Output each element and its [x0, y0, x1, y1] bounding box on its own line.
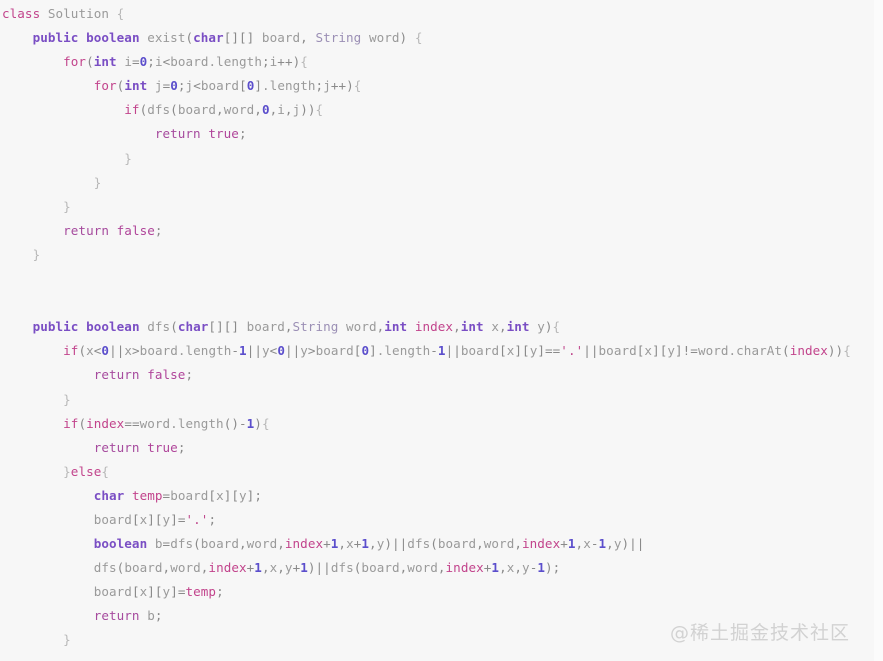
code-line: board[x][y]=temp; [93, 584, 224, 600]
code-line: for(int j=0;j<board[0].length;j++){ [93, 78, 362, 94]
code-line: board[x][y]='.'; [93, 511, 217, 527]
code-line: } [32, 246, 41, 262]
code-line: boolean b=dfs(board,word,index+1,x+1,y)|… [93, 536, 645, 552]
code-line: for(int i=0;i<board.length;i++){ [63, 54, 308, 70]
watermark-text: @稀土掘金技术社区 [670, 622, 851, 644]
code-block: class Solution { public boolean exist(ch… [0, 0, 883, 661]
code-line: if(dfs(board,word,0,i,j)){ [124, 102, 324, 118]
code-line: if(x<0||x>board.length-1||y<0||y>board[0… [63, 343, 851, 359]
code-line: } [124, 150, 132, 166]
code-line: class Solution { [2, 6, 125, 21]
code-line: public boolean dfs(char[][] board,String… [32, 319, 561, 335]
code-line: return false; [63, 222, 163, 238]
code-line: if(index==word.length()-1){ [63, 415, 270, 431]
code-line: } [63, 198, 71, 214]
code-line: } [93, 174, 102, 190]
code-line: return true; [93, 439, 186, 455]
code-line: } [63, 391, 71, 407]
code-screenshot: class Solution { public boolean exist(ch… [0, 0, 883, 661]
code-line: char temp=board[x][y]; [93, 487, 262, 503]
code-line: return false; [93, 367, 194, 383]
code-line: }else{ [63, 463, 110, 479]
code-line: return true; [154, 126, 247, 142]
code-line: dfs(board,word,index+1,x,y+1)||dfs(board… [93, 560, 561, 576]
code-line: public boolean exist(char[][] board, Str… [32, 30, 423, 46]
